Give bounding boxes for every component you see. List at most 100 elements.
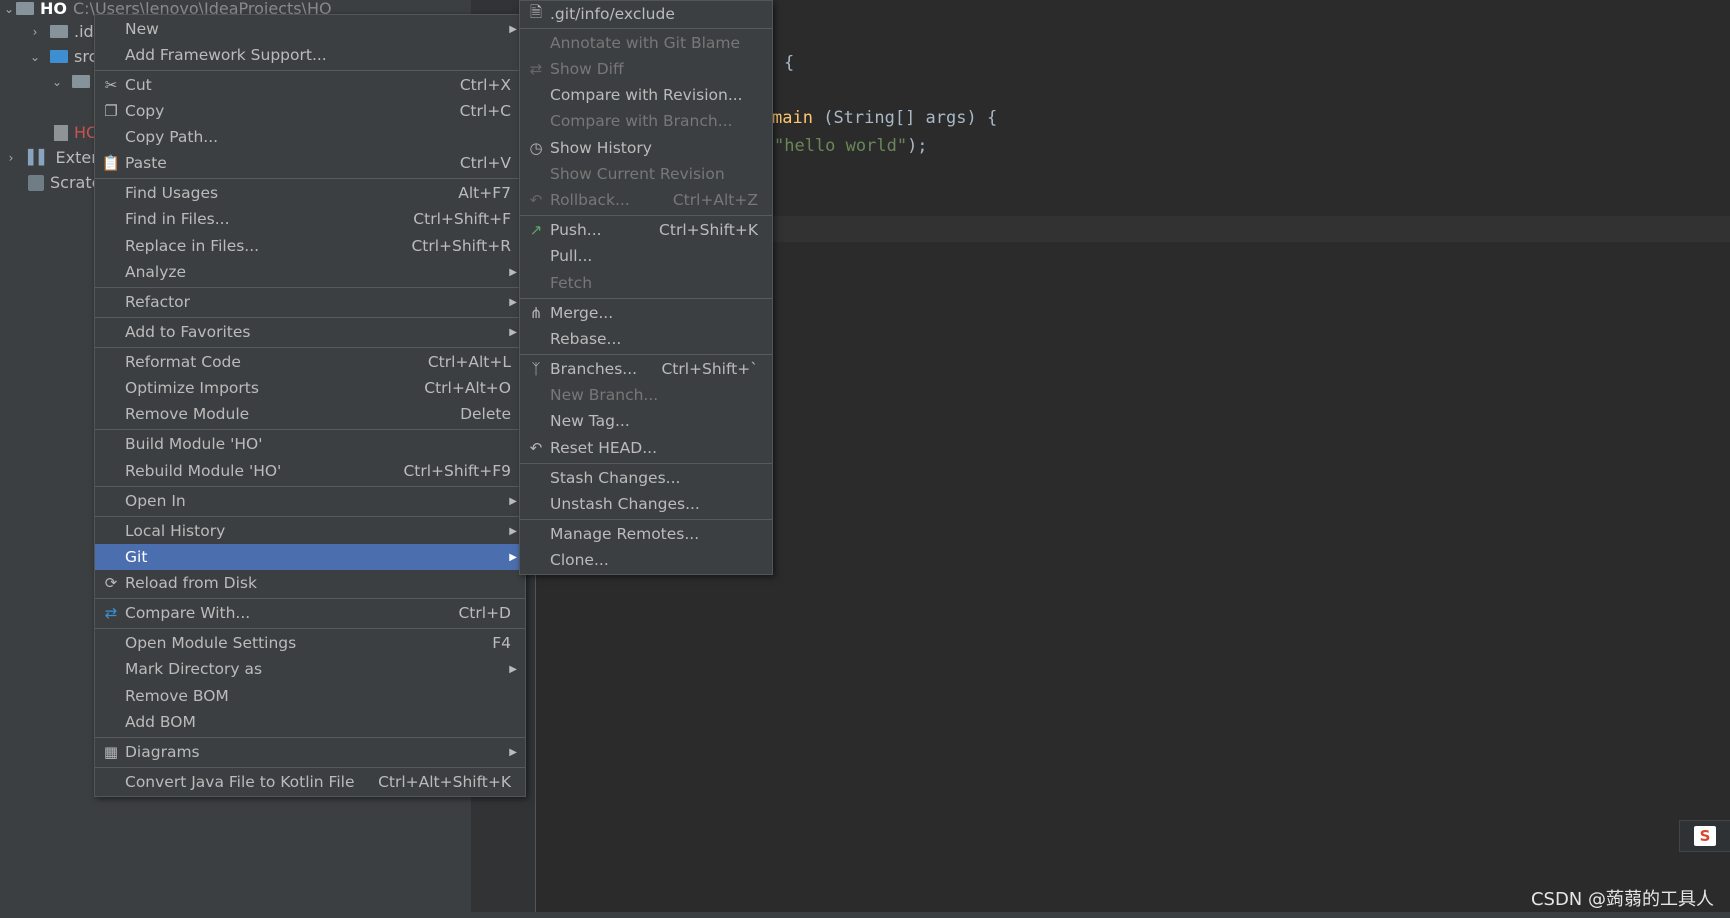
chevron-down-icon[interactable]: ⌄	[28, 50, 42, 64]
git-item-annotate[interactable]: Annotate with Git Blame	[520, 30, 772, 56]
git-item-new-branch[interactable]: New Branch...	[520, 382, 772, 408]
scratches-icon	[28, 174, 44, 191]
scissors-icon: ✂	[104, 76, 118, 94]
copy-icon: ❐	[104, 102, 118, 120]
code-line-main: main (String[] args) {	[772, 108, 998, 128]
menu-item-find-in-files[interactable]: Find in Files... Ctrl+Shift+F	[95, 206, 525, 232]
git-item-unstash-changes[interactable]: Unstash Changes...	[520, 491, 772, 517]
push-arrow-icon: ↗	[529, 221, 543, 239]
menu-item-local-history[interactable]: Local History ▶	[95, 518, 525, 544]
menu-item-find-usages[interactable]: Find Usages Alt+F7	[95, 180, 525, 206]
git-item-show-current-revision[interactable]: Show Current Revision	[520, 161, 772, 187]
menu-item-cut[interactable]: ✂ Cut Ctrl+X	[95, 72, 525, 98]
menu-item-add-bom[interactable]: Add BOM	[95, 709, 525, 735]
code-line-println: "hello world");	[774, 136, 928, 156]
folder-icon	[50, 25, 68, 38]
submenu-arrow-icon: ▶	[509, 266, 517, 278]
git-item-reset-head[interactable]: ↶ Reset HEAD...	[520, 435, 772, 461]
git-item-merge[interactable]: ⋔ Merge...	[520, 300, 772, 326]
git-item-manage-remotes[interactable]: Manage Remotes...	[520, 521, 772, 547]
menu-item-reload-from-disk[interactable]: ⟳ Reload from Disk	[95, 570, 525, 596]
submenu-arrow-icon: ▶	[509, 663, 517, 675]
menu-item-remove-module[interactable]: Remove Module Delete	[95, 401, 525, 427]
menu-item-copy[interactable]: ❐ Copy Ctrl+C	[95, 98, 525, 124]
git-item-branches[interactable]: ᛉ Branches... Ctrl+Shift+`	[520, 356, 772, 382]
clock-icon: ◷	[529, 139, 543, 157]
separator	[95, 287, 525, 288]
tree-src-row[interactable]: ⌄ src	[28, 44, 97, 69]
submenu-arrow-icon: ▶	[509, 525, 517, 537]
status-widget[interactable]: S	[1679, 820, 1730, 852]
menu-item-open-module-settings[interactable]: Open Module Settings F4	[95, 630, 525, 656]
source-folder-icon	[50, 50, 68, 63]
diff-icon: ⇄	[529, 60, 543, 78]
separator	[95, 516, 525, 517]
module-file-icon	[54, 124, 68, 141]
separator	[95, 628, 525, 629]
git-item-stash-changes[interactable]: Stash Changes...	[520, 465, 772, 491]
submenu-arrow-icon: ▶	[509, 326, 517, 338]
git-item-clone[interactable]: Clone...	[520, 547, 772, 573]
chevron-right-icon[interactable]: ›	[28, 25, 42, 39]
git-item-fetch[interactable]: Fetch	[520, 270, 772, 296]
chevron-down-icon[interactable]: ⌄	[50, 75, 64, 89]
tree-scratches-row[interactable]: Scratc	[28, 170, 100, 195]
tree-idea-row[interactable]: › .ide	[28, 19, 104, 44]
git-item-new-tag[interactable]: New Tag...	[520, 408, 772, 434]
status-bar	[0, 912, 1730, 918]
git-item-info-exclude[interactable]: 🗎 .git/info/exclude	[520, 1, 772, 27]
separator	[95, 70, 525, 71]
menu-item-mark-directory-as[interactable]: Mark Directory as ▶	[95, 656, 525, 682]
paste-icon: 📋	[101, 154, 121, 172]
submenu-arrow-icon: ▶	[509, 296, 517, 308]
chevron-down-icon[interactable]: ⌄	[2, 2, 16, 16]
tree-external-libraries-row[interactable]: › ▌▌ Extern	[4, 145, 108, 170]
git-item-rebase[interactable]: Rebase...	[520, 326, 772, 352]
menu-item-build-module[interactable]: Build Module 'HO'	[95, 431, 525, 457]
menu-item-add-framework-support[interactable]: Add Framework Support...	[95, 42, 525, 68]
separator	[95, 767, 525, 768]
menu-item-optimize-imports[interactable]: Optimize Imports Ctrl+Alt+O	[95, 375, 525, 401]
rollback-icon: ↶	[529, 191, 543, 209]
menu-item-remove-bom[interactable]: Remove BOM	[95, 683, 525, 709]
separator	[95, 317, 525, 318]
menu-item-replace-in-files[interactable]: Replace in Files... Ctrl+Shift+R	[95, 233, 525, 259]
compare-icon: ⇄	[104, 604, 118, 622]
tree-package-row[interactable]: ⌄	[50, 69, 96, 94]
reset-icon: ↶	[529, 439, 543, 457]
menu-item-analyze[interactable]: Analyze ▶	[95, 259, 525, 285]
separator	[520, 215, 772, 216]
menu-item-paste[interactable]: 📋 Paste Ctrl+V	[95, 150, 525, 176]
tree-module-file-row[interactable]: HO	[54, 120, 99, 145]
menu-item-reformat-code[interactable]: Reformat Code Ctrl+Alt+L	[95, 349, 525, 375]
separator	[520, 354, 772, 355]
git-item-push[interactable]: ↗ Push... Ctrl+Shift+K	[520, 217, 772, 243]
menu-item-diagrams[interactable]: ▦ Diagrams ▶	[95, 739, 525, 765]
merge-icon: ⋔	[529, 304, 543, 322]
git-submenu: 🗎 .git/info/exclude Annotate with Git Bla…	[519, 0, 773, 575]
menu-item-add-to-favorites[interactable]: Add to Favorites ▶	[95, 319, 525, 345]
menu-item-git[interactable]: Git ▶	[95, 544, 525, 570]
menu-item-refactor[interactable]: Refactor ▶	[95, 289, 525, 315]
menu-item-open-in[interactable]: Open In ▶	[95, 488, 525, 514]
git-item-show-history[interactable]: ◷ Show History	[520, 135, 772, 161]
separator	[95, 598, 525, 599]
git-item-rollback[interactable]: ↶ Rollback... Ctrl+Alt+Z	[520, 187, 772, 213]
separator	[95, 178, 525, 179]
separator	[95, 429, 525, 430]
menu-item-rebuild-module[interactable]: Rebuild Module 'HO' Ctrl+Shift+F9	[95, 458, 525, 484]
root-name: HO	[40, 0, 67, 18]
separator	[520, 519, 772, 520]
chevron-right-icon[interactable]: ›	[4, 151, 18, 165]
menu-item-copy-path[interactable]: Copy Path...	[95, 124, 525, 150]
git-item-compare-with-branch[interactable]: Compare with Branch...	[520, 108, 772, 134]
menu-item-new[interactable]: New ▶	[95, 16, 525, 42]
git-item-pull[interactable]: Pull...	[520, 243, 772, 269]
git-item-show-diff[interactable]: ⇄ Show Diff	[520, 56, 772, 82]
separator	[520, 28, 772, 29]
menu-item-convert-java-to-kotlin[interactable]: Convert Java File to Kotlin File Ctrl+Alt…	[95, 769, 525, 795]
git-item-compare-with-revision[interactable]: Compare with Revision...	[520, 82, 772, 108]
menu-item-compare-with[interactable]: ⇄ Compare With... Ctrl+D	[95, 600, 525, 626]
submenu-arrow-icon: ▶	[509, 495, 517, 507]
separator	[520, 298, 772, 299]
